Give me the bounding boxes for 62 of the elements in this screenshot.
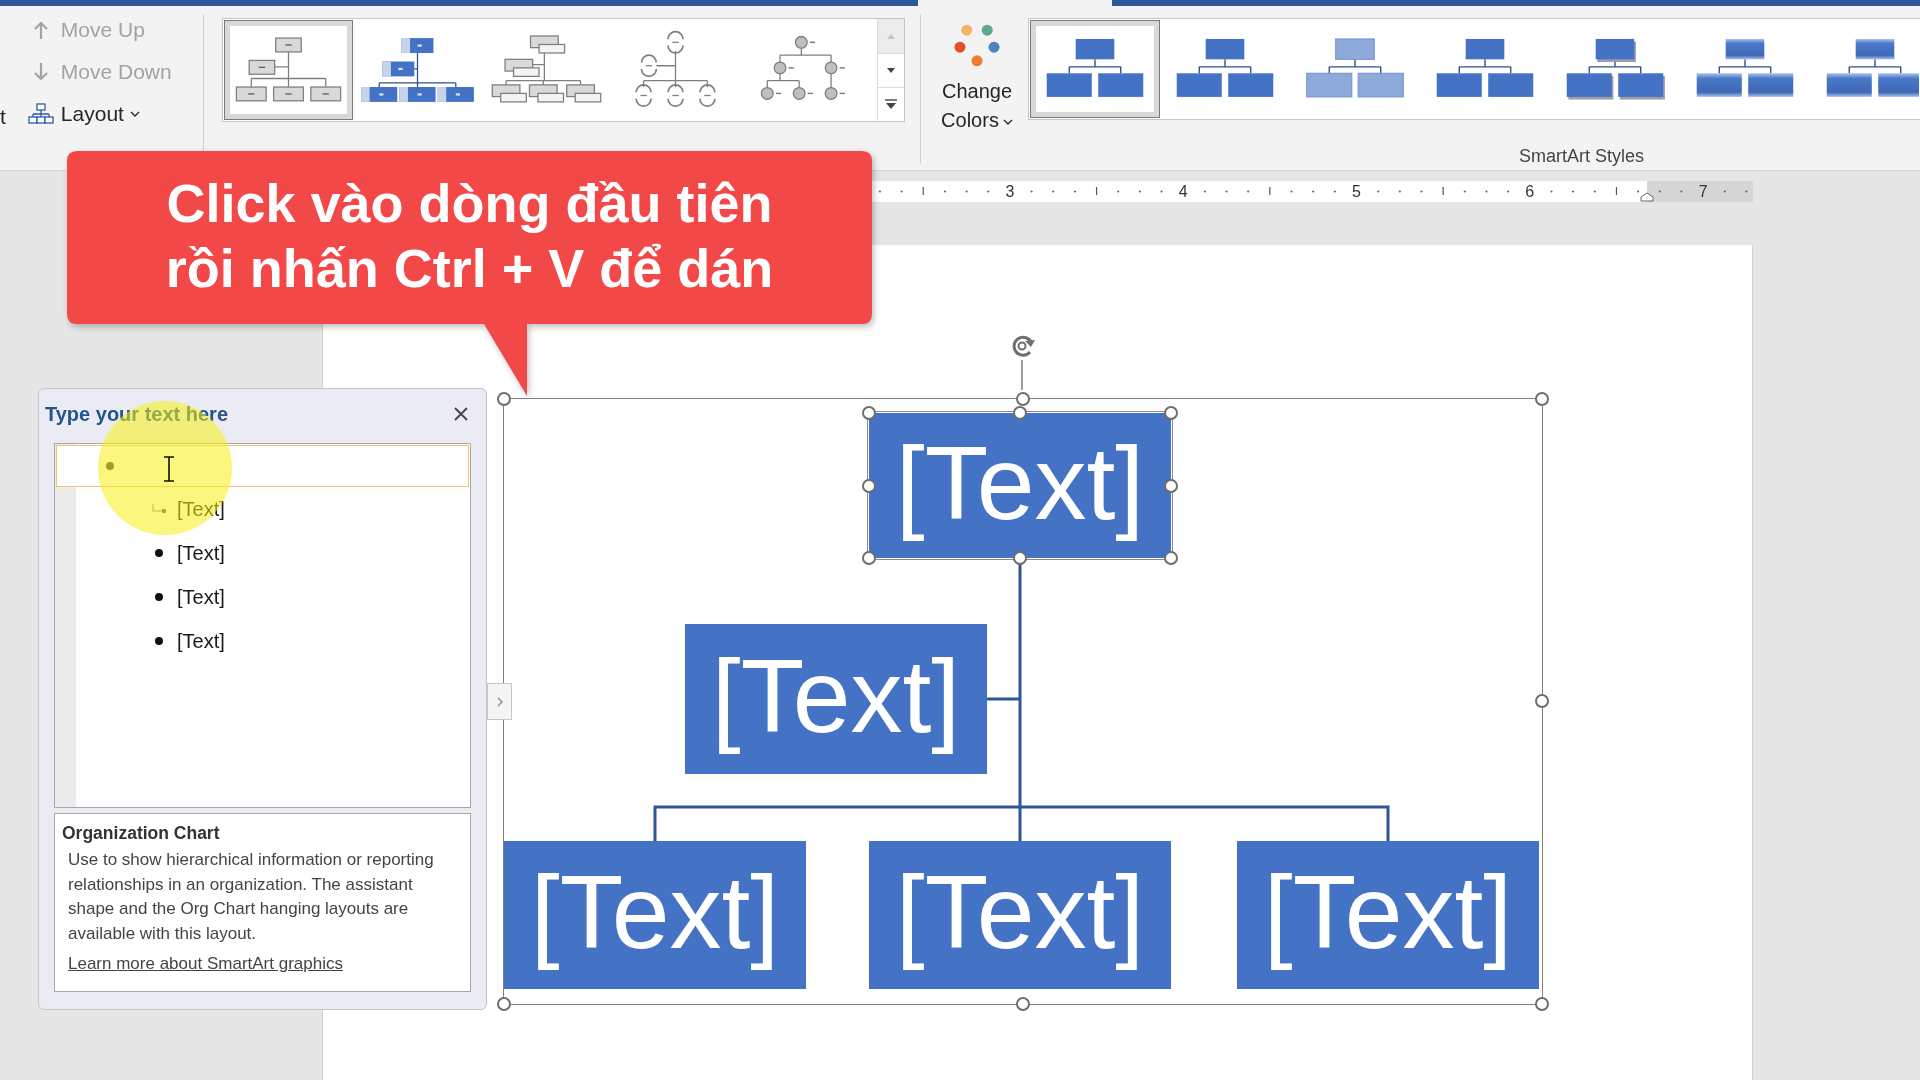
org-chart-box[interactable]: [Text] <box>869 841 1171 989</box>
resize-handle[interactable] <box>862 478 876 493</box>
close-button[interactable] <box>452 405 470 423</box>
org-chart-box[interactable]: [Text] <box>685 624 987 774</box>
layout-option[interactable] <box>224 20 353 120</box>
ruler-number: 5 <box>1352 182 1361 202</box>
arrow-up-icon <box>32 20 49 40</box>
resize-handle[interactable] <box>1164 406 1178 420</box>
bullet-icon <box>155 549 163 557</box>
text-entry-row[interactable]: [Text] <box>56 619 469 663</box>
resize-handle[interactable] <box>496 997 511 1011</box>
org-chart-box[interactable]: [Text] <box>1237 841 1539 989</box>
group-label: SmartArt Styles <box>1519 145 1645 167</box>
entry-text: [Text] <box>177 541 225 566</box>
resize-handle[interactable] <box>1013 551 1027 565</box>
change-colors-button[interactable]: Change Colors <box>932 18 1022 135</box>
caret-up-icon <box>886 33 896 39</box>
chevron-right-icon <box>496 696 503 707</box>
description-title: Organization Chart <box>62 822 221 845</box>
callout-text: Click vào dòng đầu tiên rồi nhấn Ctrl + V để dán <box>165 172 774 300</box>
indent-marker-icon[interactable] <box>1640 192 1654 202</box>
arrow-down-icon <box>32 62 49 82</box>
description-text: Use to show hierarchical information or reporting relationships in an organization. The assistant shape and the Org Chart hanging layouts are available with this layout. <box>68 849 435 945</box>
resize-handle[interactable] <box>1015 997 1030 1011</box>
resize-handle[interactable] <box>862 406 876 420</box>
color-dots-icon <box>954 24 1000 67</box>
style-option[interactable] <box>1030 20 1160 118</box>
hierarchy-icon <box>230 26 347 114</box>
hierarchy-icon <box>27 103 54 125</box>
expand-gallery-icon <box>885 99 897 110</box>
resize-handle[interactable] <box>1535 694 1549 708</box>
entry-text: [Text] <box>177 629 225 654</box>
truncated-command[interactable]: t <box>0 105 6 129</box>
ruler-number: 7 <box>1698 182 1708 202</box>
close-icon <box>454 407 468 421</box>
bullet-icon <box>155 637 163 645</box>
bullet-icon <box>155 593 163 601</box>
assistant-marker-icon <box>151 503 167 515</box>
hierarchy-icon <box>1036 26 1154 112</box>
text-entry-row[interactable]: [Text] <box>56 575 469 619</box>
resize-handle[interactable] <box>1015 391 1030 406</box>
org-chart-box[interactable]: [Text] <box>869 413 1171 558</box>
text-cursor-icon <box>163 456 175 482</box>
chevron-down-icon <box>129 111 140 117</box>
ruler-number: 4 <box>1178 182 1188 202</box>
bullet-icon <box>106 462 114 470</box>
layout-button[interactable]: Layout <box>23 93 176 135</box>
selection-frame[interactable] <box>503 398 1543 1005</box>
resize-handle[interactable] <box>1164 551 1178 565</box>
resize-handle[interactable] <box>862 551 876 565</box>
ruler-number: 6 <box>1525 182 1535 202</box>
resize-handle[interactable] <box>1535 391 1549 406</box>
resize-handle[interactable] <box>496 391 511 406</box>
resize-handle[interactable] <box>1535 997 1549 1011</box>
text-entry-row[interactable]: [Text] <box>56 531 469 575</box>
entry-text: [Text] <box>177 585 225 610</box>
chevron-down-icon <box>1002 118 1013 125</box>
learn-more-link[interactable]: Learn more about SmartArt graphics <box>68 953 343 975</box>
org-chart-box[interactable]: [Text] <box>504 841 806 989</box>
resize-handle[interactable] <box>1013 406 1027 420</box>
caret-down-icon <box>886 67 896 74</box>
ruler-number: 3 <box>1005 182 1015 202</box>
